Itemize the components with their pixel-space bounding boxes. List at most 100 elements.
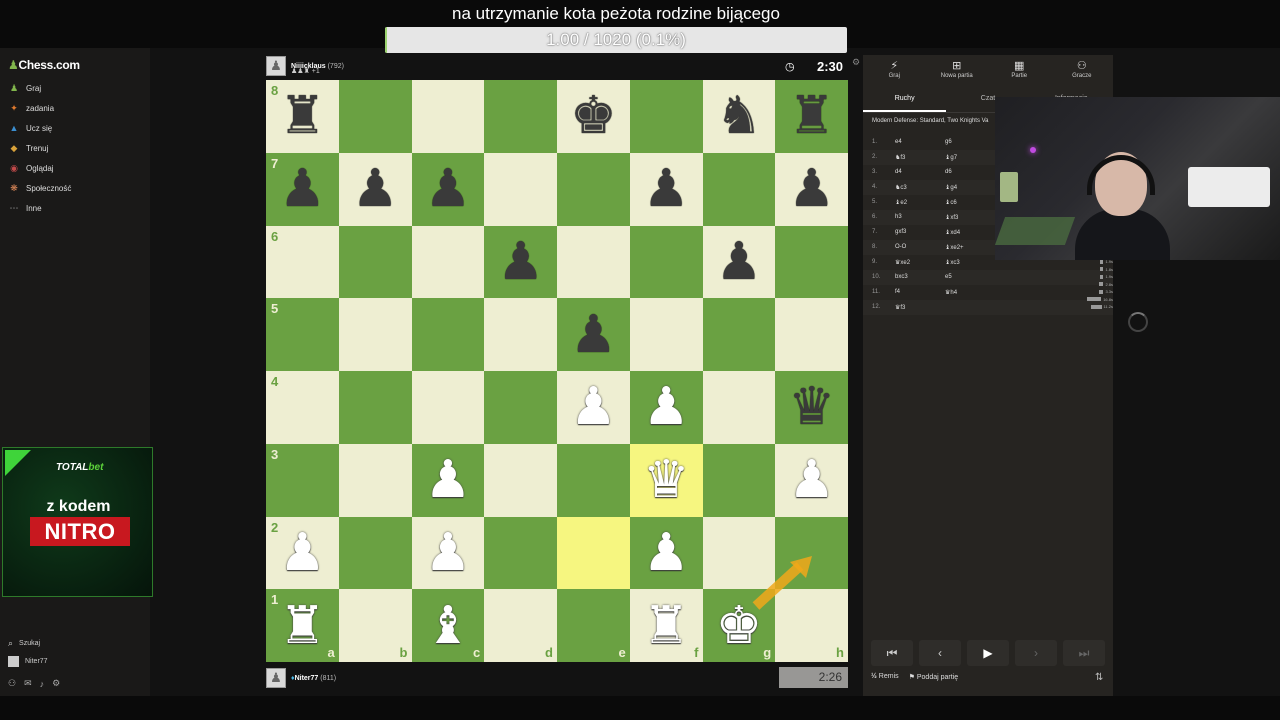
white-pawn-icon[interactable]: ♟ [266,517,339,590]
white-move[interactable]: ♛xe2 [895,259,910,266]
square-h6[interactable] [775,225,848,299]
black-pawn-icon[interactable]: ♟ [775,153,848,226]
square-b1[interactable]: b [338,589,412,662]
top-player-avatar[interactable]: ♟ [266,56,286,76]
bottom-player-avatar[interactable]: ♟ [266,668,286,688]
sidebar-item-zadania[interactable]: ✦ zadania [8,100,54,116]
square-g1[interactable]: g ♚ [702,589,776,662]
white-move[interactable]: d4 [895,169,902,175]
square-d8[interactable] [484,80,557,153]
black-move[interactable]: d6 [945,169,952,175]
square-a8[interactable]: 8 ♜ [266,80,339,153]
opening-name[interactable]: Modern Defense: Standard, Two Knights Va [872,118,989,124]
square-g2[interactable] [702,516,776,590]
draw-button[interactable]: ½ Remis [871,673,899,681]
black-rook-icon[interactable]: ♜ [775,80,848,153]
white-rook-icon[interactable]: ♜ [630,589,703,662]
first-move-button[interactable]: ⏮ [871,640,913,666]
sidebar-search[interactable]: ⌕ Szukaj [8,638,40,649]
square-b3[interactable] [338,443,412,517]
square-a7[interactable]: 7 ♟ [266,152,339,226]
white-move[interactable]: O-O [895,244,906,250]
black-pawn-icon[interactable]: ♟ [412,153,485,226]
square-f8[interactable] [629,80,703,153]
square-d4[interactable] [484,371,557,444]
square-f3[interactable]: ♛ [629,443,703,517]
square-b8[interactable] [338,80,412,153]
square-c6[interactable] [411,225,485,299]
white-move[interactable]: ♛f3 [895,304,905,311]
white-move[interactable]: bxc3 [895,274,908,280]
square-h2[interactable] [775,516,848,590]
square-e5[interactable]: ♟ [557,298,630,371]
white-bishop-icon[interactable]: ♝ [412,589,485,662]
square-d1[interactable]: d [484,589,557,662]
prev-move-button[interactable]: ‹ [919,640,961,666]
square-f1[interactable]: f ♜ [629,589,703,662]
square-c2[interactable]: ♟ [411,516,485,590]
black-pawn-icon[interactable]: ♟ [557,298,630,371]
black-move[interactable]: ♝xc3 [945,259,960,266]
sidebar-item-graj[interactable]: ♟ Graj [8,80,41,96]
bell-icon[interactable]: ♪ [40,679,53,689]
black-knight-icon[interactable]: ♞ [703,80,776,153]
square-e1[interactable]: e [557,589,630,662]
square-b6[interactable] [338,225,412,299]
square-a5[interactable]: 5 [266,298,339,371]
sidebar-item-oglądaj[interactable]: ◉ Oglądaj [8,160,54,176]
square-a1[interactable]: 1 a ♜ [266,589,339,662]
black-pawn-icon[interactable]: ♟ [703,226,776,299]
square-h8[interactable]: ♜ [775,80,848,153]
black-pawn-icon[interactable]: ♟ [630,153,703,226]
square-g8[interactable]: ♞ [702,80,776,153]
white-move[interactable]: ♝e2 [895,199,907,206]
square-d2[interactable] [484,516,557,590]
square-b4[interactable] [338,371,412,444]
messages-icon[interactable]: ✉ [24,678,40,689]
square-g5[interactable] [702,298,776,371]
square-d7[interactable] [484,152,557,226]
square-c5[interactable] [411,298,485,371]
square-e4[interactable]: ♟ [557,371,630,444]
square-e2[interactable] [557,516,630,590]
black-move[interactable]: ♝xe2+ [945,244,964,251]
square-a2[interactable]: 2 ♟ [266,516,339,590]
black-pawn-icon[interactable]: ♟ [266,153,339,226]
square-f6[interactable] [629,225,703,299]
white-move[interactable]: f4 [895,289,900,295]
settings-gear-icon[interactable]: ⚙ [852,57,860,68]
square-e7[interactable] [557,152,630,226]
square-f7[interactable]: ♟ [629,152,703,226]
chess-board[interactable]: 8 ♜ ♚ ♞ ♜ 7 ♟ ♟ ♟ ♟ ♟ 6 ♟ ♟ 5 ♟ 4 ♟ ♟ ♛ 3 ♟ ♛ ♟ 2 ♟ ♟ ♟ 1 a ♜ b c ♝ d e f ♜ g ♚… [266,80,848,662]
white-pawn-icon[interactable]: ♟ [557,371,630,444]
square-e8[interactable]: ♚ [557,80,630,153]
white-pawn-icon[interactable]: ♟ [412,517,485,590]
tab-gracze[interactable]: ⚇ Gracze [1051,55,1114,87]
square-f2[interactable]: ♟ [629,516,703,590]
white-move[interactable]: gxf3 [895,229,906,235]
black-pawn-icon[interactable]: ♟ [484,226,557,299]
white-move[interactable]: ♞f3 [895,154,905,161]
black-rook-icon[interactable]: ♜ [266,80,339,153]
square-g7[interactable] [702,152,776,226]
black-move[interactable]: ♝xd4 [945,229,960,236]
black-move[interactable]: e5 [945,274,952,280]
white-pawn-icon[interactable]: ♟ [630,371,703,444]
square-g3[interactable] [702,443,776,517]
square-a3[interactable]: 3 [266,443,339,517]
square-d6[interactable]: ♟ [484,225,557,299]
tab-nowa-partia[interactable]: ⊞ Nowa partia [926,55,989,87]
black-move[interactable]: ♛h4 [945,289,957,296]
square-b5[interactable] [338,298,412,371]
white-pawn-icon[interactable]: ♟ [630,517,703,590]
square-h3[interactable]: ♟ [775,443,848,517]
sidebar-item-ucz-się[interactable]: ▲ Ucz się [8,120,53,136]
square-b7[interactable]: ♟ [338,152,412,226]
white-pawn-icon[interactable]: ♟ [775,444,848,517]
gear-icon[interactable]: ⚙ [52,678,68,689]
white-rook-icon[interactable]: ♜ [266,589,339,662]
black-queen-icon[interactable]: ♛ [775,371,848,444]
bottom-player-name[interactable]: ♦Niter77 (811) [291,675,336,682]
flip-board-icon[interactable]: ⇅ [1095,672,1103,683]
square-h5[interactable] [775,298,848,371]
